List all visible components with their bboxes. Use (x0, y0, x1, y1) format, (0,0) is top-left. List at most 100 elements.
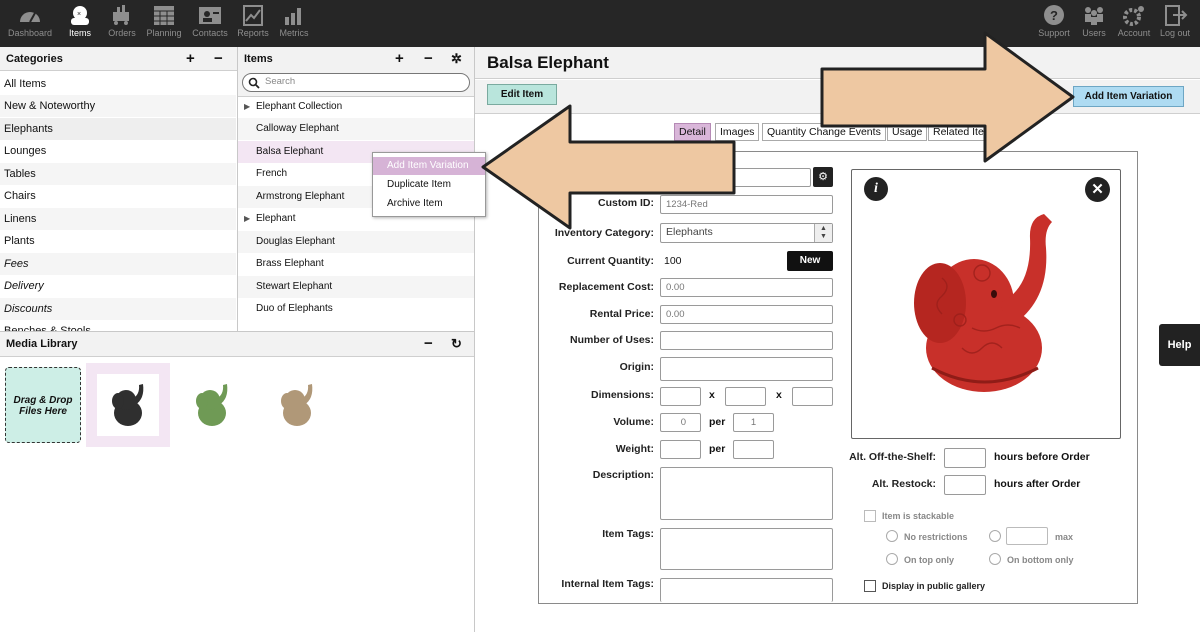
media-library-header: Media Library − ↻ (0, 332, 474, 357)
on-bottom-only-radio[interactable] (989, 553, 1001, 565)
tab-usage[interactable]: Usage (887, 123, 928, 141)
expand-triangle-icon[interactable]: ▶ (244, 208, 250, 230)
on-bottom-only-label: On bottom only (1007, 555, 1074, 565)
gear-icon[interactable]: ⚙ (813, 167, 833, 187)
contacts-card-icon (199, 7, 221, 24)
category-item[interactable]: Plants (0, 230, 236, 252)
rental-price-field[interactable]: 0.00 (660, 305, 833, 324)
search-icon (248, 77, 260, 89)
item-row[interactable]: Stewart Elephant (238, 276, 474, 298)
item-row[interactable]: Douglas Elephant (238, 231, 474, 253)
account-gear-icon (1123, 6, 1144, 26)
alt-restock-field[interactable] (944, 475, 986, 495)
close-icon[interactable]: ✕ (1085, 177, 1110, 202)
name-field[interactable] (660, 168, 811, 187)
nav-dashboard[interactable]: Dashboard (3, 0, 57, 47)
media-thumbnail[interactable] (255, 363, 339, 447)
tab-related-items[interactable]: Related Ite (928, 123, 990, 141)
category-item[interactable]: Discounts (0, 298, 236, 320)
edit-item-button[interactable]: Edit Item (487, 84, 557, 105)
inventory-category-select[interactable]: Elephants ▲ ▼ (660, 223, 833, 243)
dimension-length-field[interactable] (660, 387, 701, 406)
max-radio[interactable] (989, 530, 1001, 542)
menu-archive-item[interactable]: Archive Item (373, 195, 485, 213)
category-item[interactable]: All Items (0, 73, 236, 95)
category-item[interactable]: Chairs (0, 185, 236, 207)
number-of-uses-label: Number of Uses: (569, 334, 654, 346)
hours-after-label: hours after Order (994, 478, 1081, 490)
drop-zone-label: Drag & Drop Files Here (13, 395, 73, 417)
item-row[interactable]: Brass Elephant (238, 253, 474, 275)
dimension-height-field[interactable] (792, 387, 833, 406)
dimension-separator: x (709, 389, 715, 401)
new-quantity-button[interactable]: New (787, 251, 833, 271)
alt-off-shelf-field[interactable] (944, 448, 986, 468)
nav-metrics[interactable]: Metrics (267, 0, 321, 47)
category-item[interactable]: Delivery (0, 275, 236, 297)
logout-icon (1165, 5, 1188, 26)
elephant-thumbnail-image (196, 384, 228, 426)
tab-quantity-change-events[interactable]: Quantity Change Events (762, 123, 886, 141)
orders-cart-icon (113, 5, 129, 25)
info-icon[interactable]: i (864, 177, 888, 201)
elephant-item-image (914, 214, 1052, 392)
category-item[interactable]: Tables (0, 163, 236, 185)
detail-header: Balsa Elephant (475, 47, 1200, 79)
category-item[interactable]: New & Noteworthy (0, 95, 236, 117)
max-field[interactable] (1006, 527, 1048, 545)
add-item-icon[interactable]: + (395, 47, 404, 71)
weight-per-field[interactable] (733, 440, 774, 459)
media-thumbnail[interactable] (170, 363, 254, 447)
category-item-selected[interactable]: Elephants (0, 118, 236, 140)
menu-add-item-variation[interactable]: Add Item Variation (373, 157, 485, 175)
refresh-icon[interactable]: ↻ (451, 332, 462, 356)
dimension-width-field[interactable] (725, 387, 766, 406)
collapse-media-icon[interactable]: − (424, 332, 433, 356)
inventory-category-value: Elephants (666, 226, 713, 238)
number-of-uses-field[interactable] (660, 331, 833, 350)
item-label: Stewart Elephant (256, 281, 333, 292)
volume-label: Volume: (613, 416, 654, 428)
drop-zone[interactable]: Drag & Drop Files Here (5, 367, 81, 443)
search-input[interactable]: Search (242, 73, 470, 92)
settings-icon[interactable]: ✲ (451, 47, 462, 71)
expand-triangle-icon[interactable]: ▶ (244, 96, 250, 118)
add-item-variation-button[interactable]: Add Item Variation (1073, 86, 1184, 107)
planning-calendar-icon (154, 6, 174, 25)
stackable-checkbox[interactable] (864, 510, 876, 522)
internal-item-tags-field[interactable] (660, 578, 833, 602)
category-item[interactable]: Lounges (0, 140, 236, 162)
volume-field[interactable]: 0 (660, 413, 701, 432)
no-restrictions-radio[interactable] (886, 530, 898, 542)
add-category-icon[interactable]: + (186, 47, 195, 71)
on-top-only-label: On top only (904, 555, 954, 565)
users-icon (1085, 7, 1103, 25)
item-row[interactable]: Calloway Elephant (238, 118, 474, 140)
description-label: Description: (592, 469, 654, 481)
on-top-only-radio[interactable] (886, 553, 898, 565)
remove-item-icon[interactable]: − (424, 47, 433, 71)
nav-logout[interactable]: Log out (1148, 0, 1200, 47)
menu-duplicate-item[interactable]: Duplicate Item (373, 176, 485, 194)
category-item[interactable]: Fees (0, 253, 236, 275)
item-row[interactable]: ▶ Elephant Collection (238, 96, 474, 118)
item-tags-field[interactable] (660, 528, 833, 570)
category-item[interactable]: Benches & Stools (0, 320, 236, 331)
custom-id-field[interactable]: 1234-Red (660, 195, 833, 214)
media-thumbnail-selected[interactable] (86, 363, 170, 447)
description-textarea[interactable] (660, 467, 833, 520)
tab-detail[interactable]: Detail (674, 123, 711, 141)
origin-field[interactable] (660, 357, 833, 381)
item-row[interactable]: Duo of Elephants (238, 298, 474, 320)
items-header: Items + − ✲ (238, 47, 474, 73)
display-public-checkbox[interactable] (864, 580, 876, 592)
category-item[interactable]: Linens (0, 208, 236, 230)
item-label: Elephant (256, 213, 296, 224)
tab-images[interactable]: Images (715, 123, 760, 141)
remove-category-icon[interactable]: − (214, 47, 223, 71)
help-button[interactable]: Help (1159, 324, 1200, 366)
weight-field[interactable] (660, 440, 701, 459)
inventory-category-label: Inventory Category: (554, 227, 654, 239)
volume-per-field[interactable]: 1 (733, 413, 774, 432)
replacement-cost-field[interactable]: 0.00 (660, 278, 833, 297)
